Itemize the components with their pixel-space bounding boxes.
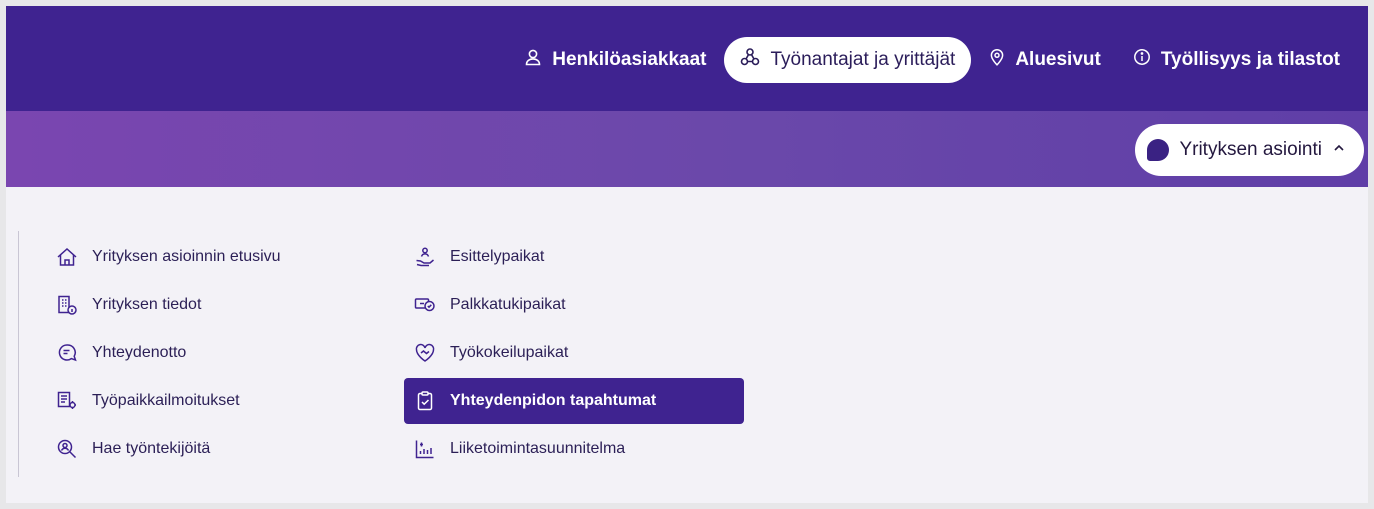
topnav-item-label: Työnantajat ja yrittäjät: [770, 49, 956, 70]
menu-item-contact-events[interactable]: Yhteydenpidon tapahtumat: [404, 378, 744, 424]
chat-bubble-icon: [56, 342, 78, 364]
person-icon: [524, 48, 542, 72]
building-info-icon: [56, 294, 78, 316]
chat-dot-icon: [1147, 139, 1170, 161]
menu-item-presentation-places[interactable]: Esittelypaikat: [404, 234, 744, 280]
top-nav: Henkilöasiakkaat Työnantajat ja yrittäjä…: [510, 36, 1354, 84]
menu-item-contact[interactable]: Yhteydenotto: [46, 330, 386, 376]
network-icon: [740, 47, 760, 73]
business-services-toggle-button[interactable]: Yrityksen asiointi: [1135, 124, 1364, 176]
topnav-item-label: Työllisyys ja tilastot: [1160, 49, 1340, 70]
menu-item-label: Työkokeilupaikat: [450, 344, 569, 361]
menu-item-label: Yrityksen tiedot: [92, 296, 202, 313]
topnav-item-regional-pages[interactable]: Aluesivut: [975, 37, 1115, 83]
topnav-item-label: Aluesivut: [1015, 49, 1101, 70]
clipboard-check-icon: [414, 390, 436, 412]
search-people-icon: [56, 438, 78, 460]
menu-item-label: Hae työntekijöitä: [92, 440, 211, 457]
business-chart-icon: [414, 438, 436, 460]
menu-item-label: Yhteydenotto: [92, 344, 187, 361]
chevron-up-icon: [1332, 139, 1346, 161]
menu-item-company-info[interactable]: Yrityksen tiedot: [46, 282, 386, 328]
job-posting-icon: [56, 390, 78, 412]
menu-item-label: Palkkatukipaikat: [450, 296, 566, 313]
menu-item-wage-subsidy-places[interactable]: Palkkatukipaikat: [404, 282, 744, 328]
topnav-item-employment-statistics[interactable]: Työllisyys ja tilastot: [1119, 37, 1354, 83]
section-subbar: Yrityksen asiointi: [6, 111, 1368, 187]
salary-support-icon: [414, 294, 436, 316]
menu-item-business-home[interactable]: Yrityksen asioinnin etusivu: [46, 234, 386, 280]
heart-handshake-icon: [414, 342, 436, 364]
business-button-label: Yrityksen asiointi: [1179, 139, 1322, 160]
top-navigation-bar: Henkilöasiakkaat Työnantajat ja yrittäjä…: [6, 6, 1368, 111]
menu-item-label: Työpaikkailmoitukset: [92, 392, 240, 409]
topnav-item-label: Henkilöasiakkaat: [552, 49, 707, 70]
page-frame: Henkilöasiakkaat Työnantajat ja yrittäjä…: [6, 6, 1368, 503]
topnav-item-employers[interactable]: Työnantajat ja yrittäjät: [724, 37, 972, 83]
menu-item-job-postings[interactable]: Työpaikkailmoitukset: [46, 378, 386, 424]
menu-item-label: Yhteydenpidon tapahtumat: [450, 392, 657, 409]
topnav-item-personal-customers[interactable]: Henkilöasiakkaat: [510, 37, 720, 83]
business-menu-panel: Yrityksen asioinnin etusivu Yrityksen ti…: [6, 187, 1368, 503]
menu-item-work-trial-places[interactable]: Työkokeilupaikat: [404, 330, 744, 376]
menu-column-2: Esittelypaikat Palkkatukipaikat Työkokei…: [404, 234, 744, 474]
menu-item-label: Liiketoimintasuunnitelma: [450, 440, 626, 457]
menu-item-label: Yrityksen asioinnin etusivu: [92, 248, 281, 265]
menu-item-search-employees[interactable]: Hae työntekijöitä: [46, 426, 386, 472]
location-pin-icon: [989, 48, 1005, 72]
menu-column-1: Yrityksen asioinnin etusivu Yrityksen ti…: [46, 234, 386, 474]
menu-item-business-plan[interactable]: Liiketoimintasuunnitelma: [404, 426, 744, 472]
hand-people-icon: [414, 246, 436, 268]
info-icon: [1133, 48, 1151, 72]
menu-item-label: Esittelypaikat: [450, 248, 545, 265]
home-icon: [56, 246, 78, 268]
menu-divider: [18, 231, 19, 477]
